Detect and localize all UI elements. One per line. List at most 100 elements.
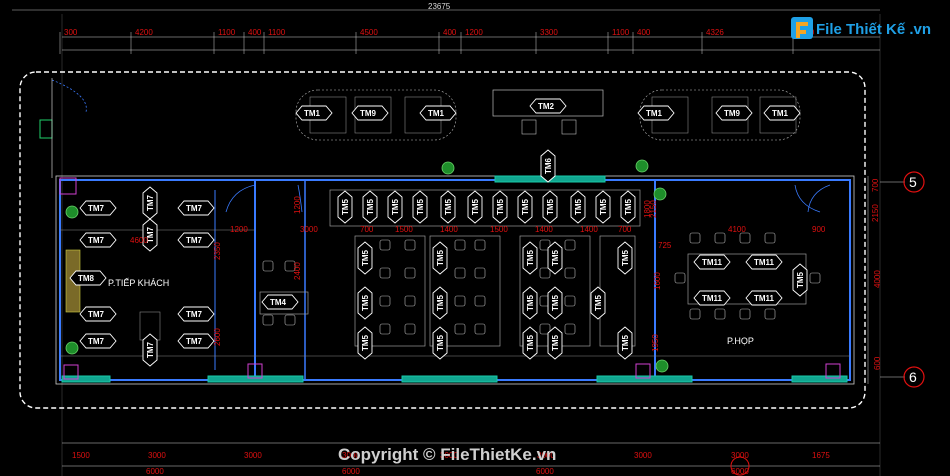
furniture-tag: TM5: [357, 241, 373, 275]
bottom-dimension-label: 3000: [731, 451, 749, 460]
chairs: [262, 232, 821, 335]
bottom-dimension-label: 1500: [72, 451, 90, 460]
chair: [564, 239, 576, 251]
chair: [262, 314, 274, 326]
interior-dimension-label: 4100: [728, 225, 746, 234]
chair: [474, 295, 486, 307]
furniture-tag: TM1: [763, 105, 801, 121]
interior-dimension-label: 725: [658, 241, 672, 250]
chair: [379, 267, 391, 279]
furniture-tag-label: TM1: [772, 109, 789, 118]
furniture-tag-label: TM7: [88, 204, 105, 213]
furniture-tag: TM5: [617, 241, 633, 275]
furniture-tag-label: TM6: [544, 157, 553, 174]
right-dimension-label: 600: [873, 356, 882, 370]
furniture-tag: TM9: [351, 105, 389, 121]
chair: [714, 232, 726, 244]
furniture-tag-label: TM5: [496, 198, 505, 215]
furniture-tag-label: TM7: [186, 310, 203, 319]
furniture-tag: TM11: [693, 290, 731, 306]
bottom-dimension-label: 3000: [634, 451, 652, 460]
top-dimension-label: 1200: [465, 28, 483, 37]
furniture-tag-label: TM5: [471, 198, 480, 215]
furniture-tag: TM11: [745, 290, 783, 306]
top-dimension-label: 1100: [218, 28, 236, 37]
chair: [564, 323, 576, 335]
chair: [474, 267, 486, 279]
chair: [379, 323, 391, 335]
overall-dimension: 23675: [428, 2, 451, 11]
bottom-dimension-label: 3000: [244, 451, 262, 460]
furniture-tag-label: TM5: [521, 198, 530, 215]
chair: [539, 267, 551, 279]
chair: [564, 267, 576, 279]
furniture-tag-label: TM5: [551, 249, 560, 266]
furniture-tag: TM5: [522, 286, 538, 320]
chair: [674, 272, 686, 284]
furniture-tag: TM8: [69, 270, 107, 286]
interior-dimension-label: 1400: [440, 225, 458, 234]
furniture-tag-label: TM5: [546, 198, 555, 215]
furniture-tag-label: TM7: [146, 341, 155, 358]
interior-dimension-label: 1950: [651, 334, 660, 352]
bottom-dimension-label-2: 6000: [536, 467, 554, 476]
furniture-tag: TM2: [529, 98, 567, 114]
furniture-tag-label: TM5: [361, 334, 370, 351]
bottom-dimension-label: 1675: [812, 451, 830, 460]
furniture-tag-label: TM7: [88, 236, 105, 245]
bottom-dimension-label: 3000: [148, 451, 166, 460]
cad-floor-plan: 23675 300 4200 1100 400 1100 4500 400 1200 3300 1…: [12, 2, 931, 476]
furniture-tag: TM5: [617, 326, 633, 360]
furniture-tag: TM5: [467, 190, 483, 224]
interior-dimension-label: 900: [812, 225, 826, 234]
furniture-tag-label: TM5: [594, 294, 603, 311]
furniture-tag: TM5: [357, 286, 373, 320]
chair: [454, 323, 466, 335]
furniture-tag: TM7: [79, 306, 117, 322]
chair: [379, 239, 391, 251]
furniture-tag: TM5: [595, 190, 611, 224]
chair: [474, 323, 486, 335]
furniture-tag-label: TM7: [186, 236, 203, 245]
bottom-dimension-label-2: 6000: [146, 467, 164, 476]
furniture-tag-label: TM8: [78, 274, 95, 283]
furniture-tag-label: TM2: [538, 102, 555, 111]
furniture-tag: TM5: [432, 286, 448, 320]
furniture-tag-label: TM5: [551, 334, 560, 351]
furniture-tag: TM5: [620, 190, 636, 224]
furniture-tag: TM7: [177, 333, 215, 349]
furniture-tag-label: TM5: [361, 249, 370, 266]
furniture-tag: TM5: [337, 190, 353, 224]
interior-dimension-label: 1200: [230, 225, 248, 234]
furniture-tag-label: TM7: [146, 194, 155, 211]
furniture-tag-label: TM7: [186, 337, 203, 346]
room-label-meeting: P.HỌP: [727, 336, 754, 346]
furniture-tag: TM5: [542, 190, 558, 224]
furniture-tag: TM7: [79, 200, 117, 216]
furniture-tag-label: TM1: [428, 109, 445, 118]
furniture-tag: TM6: [540, 149, 556, 183]
furniture-tag-label: TM7: [88, 337, 105, 346]
room-label-reception: P.TIẾP KHÁCH: [108, 278, 169, 288]
interior-dimension-label: 1600: [653, 272, 662, 290]
chair: [474, 239, 486, 251]
furniture-tag-label: TM9: [360, 109, 377, 118]
furniture-tag-label: TM5: [599, 198, 608, 215]
furniture-tag-label: TM5: [436, 294, 445, 311]
furniture-tag: TM7: [142, 333, 158, 367]
furniture-tag-label: TM1: [646, 109, 663, 118]
interior-dimension-label: 2600: [213, 328, 222, 346]
interior-dimension-label: 1400: [535, 225, 553, 234]
furniture-tag: TM1: [419, 105, 457, 121]
logo-text: File Thiết Kế .vn: [816, 21, 931, 38]
furniture-tag: TM5: [522, 241, 538, 275]
furniture-tag-label: TM5: [361, 294, 370, 311]
furniture-tag-label: TM5: [796, 271, 805, 288]
interior-dimension-label: 3000: [300, 225, 318, 234]
furniture-tag-label: TM11: [754, 294, 775, 303]
furniture-tag-label: TM5: [551, 294, 560, 311]
bottom-dimension-chain-2: 6000 6000 6000 6000: [146, 467, 749, 476]
chair: [404, 295, 416, 307]
furniture-tag: TM7: [142, 218, 158, 252]
top-dimension-label: 400: [637, 28, 651, 37]
